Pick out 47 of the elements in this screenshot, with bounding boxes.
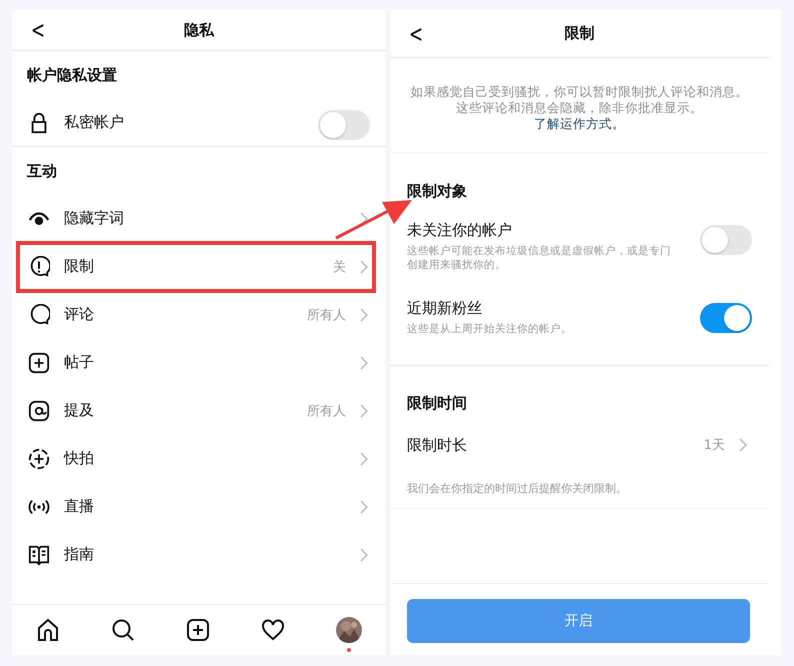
section-heading: 帐户隐私设置 bbox=[27, 66, 117, 84]
settings-row[interactable]: 指南 bbox=[12, 531, 386, 579]
at-sign-icon bbox=[28, 400, 50, 422]
toggle-switch[interactable] bbox=[700, 303, 752, 333]
comment-icon bbox=[28, 304, 50, 326]
chevron-icon bbox=[360, 308, 368, 322]
settings-row[interactable]: 直播 bbox=[12, 483, 386, 531]
learn-more-link[interactable]: 了解运作方式。 bbox=[534, 116, 625, 132]
section-heading: 互动 bbox=[27, 162, 57, 180]
dashed-plus-circle-icon bbox=[28, 448, 50, 470]
option-description: 这些帐户可能在发布垃圾信息或是虚假帐户，或是专门创建用来骚扰你的。 bbox=[407, 244, 672, 272]
back-button[interactable]: < bbox=[406, 20, 426, 48]
search-icon[interactable] bbox=[111, 618, 135, 642]
screen-title: 隐私 bbox=[184, 20, 214, 40]
chevron-icon bbox=[360, 260, 368, 274]
settings-row[interactable]: 提及 所有人 bbox=[12, 387, 386, 435]
description-text: 如果感觉自己受到骚扰，你可以暂时限制扰人评论和消息。这些评论和消息会隐藏，除非你批准显示。 bbox=[410, 84, 750, 116]
alert-bubble-icon bbox=[28, 256, 50, 278]
option-description: 这些是从上周开始关注你的帐户。 bbox=[407, 322, 573, 336]
book-icon bbox=[28, 544, 50, 566]
heart-icon[interactable] bbox=[261, 618, 285, 642]
chevron-icon bbox=[360, 356, 368, 370]
toggle-switch[interactable] bbox=[700, 225, 752, 255]
back-button[interactable]: < bbox=[28, 16, 48, 44]
plus-square-icon bbox=[28, 352, 50, 374]
setting-label: 私密帐户 bbox=[64, 113, 124, 132]
settings-row[interactable]: 帖子 bbox=[12, 339, 386, 387]
settings-row[interactable]: 快拍 bbox=[12, 435, 386, 483]
chevron-icon bbox=[360, 404, 368, 418]
section-heading: 限制对象 bbox=[407, 182, 467, 201]
chevron-icon bbox=[739, 438, 747, 452]
toggle-switch[interactable] bbox=[318, 110, 370, 140]
home-icon[interactable] bbox=[36, 618, 60, 642]
note-text: 我们会在你指定的时间过后提醒你关闭限制。 bbox=[407, 482, 627, 495]
option-label: 近期新粉丝 bbox=[407, 299, 483, 318]
duration-row[interactable]: 限制时长 1天 bbox=[390, 421, 781, 469]
section-heading: 限制时间 bbox=[407, 394, 467, 413]
settings-row[interactable]: 限制 关 bbox=[18, 243, 374, 291]
chevron-icon bbox=[360, 500, 368, 514]
new-post-icon[interactable] bbox=[186, 618, 210, 642]
chevron-icon bbox=[360, 452, 368, 466]
option-label: 未关注你的帐户 bbox=[407, 221, 513, 240]
settings-row[interactable]: 隐藏字词 bbox=[12, 195, 386, 243]
chevron-icon bbox=[360, 548, 368, 562]
settings-row[interactable]: 评论 所有人 bbox=[12, 291, 386, 339]
chevron-icon bbox=[360, 212, 368, 226]
screen-title: 限制 bbox=[564, 24, 594, 43]
